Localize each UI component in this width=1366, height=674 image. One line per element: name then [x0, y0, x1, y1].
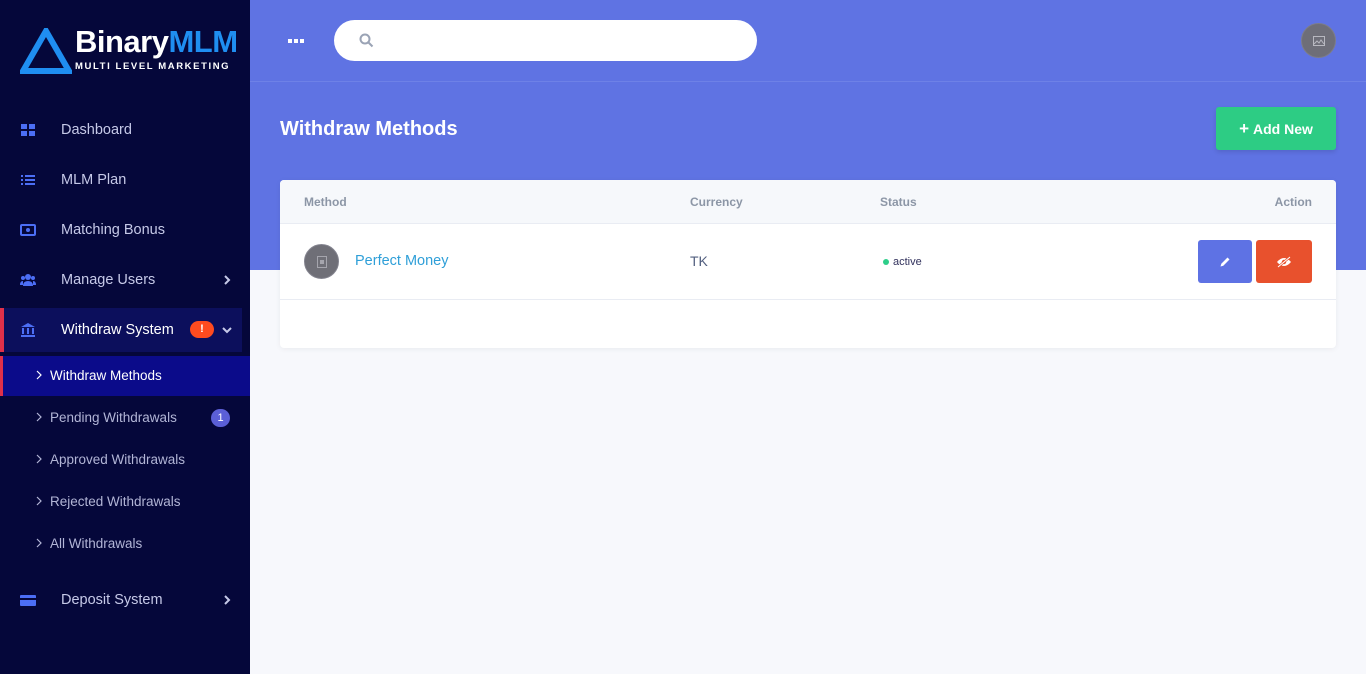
list-icon [21, 175, 35, 185]
chevron-right-icon [224, 595, 231, 605]
sidebar-item-deposit-system[interactable]: Deposit System [0, 578, 242, 622]
method-name-link[interactable]: Perfect Money [355, 253, 449, 269]
users-icon [20, 274, 36, 286]
chevron-right-icon [224, 275, 231, 285]
more-dots-icon[interactable] [287, 37, 305, 45]
brand-tagline: MULTI LEVEL MARKETING [75, 61, 231, 72]
search-bar [334, 20, 757, 61]
method-currency: TK [690, 253, 708, 269]
chevron-right-icon [36, 538, 42, 548]
count-badge: 1 [211, 409, 230, 427]
brand-logo[interactable]: BinaryMLM MULTI LEVEL MARKETING [20, 24, 238, 76]
sidebar-item-mlm-plan[interactable]: MLM Plan [0, 158, 242, 202]
column-header-status: Status [880, 195, 917, 209]
sidebar: BinaryMLM MULTI LEVEL MARKETING Dashboar… [0, 0, 250, 674]
status-text: active [893, 256, 922, 268]
sidebar-item-manage-users[interactable]: Manage Users [0, 258, 242, 302]
chevron-right-icon [36, 370, 42, 380]
table-row: Perfect Money TK active [280, 224, 1336, 300]
sidebar-item-label: Deposit System [61, 592, 163, 608]
sidebar-subitem-label: Rejected Withdrawals [50, 494, 181, 509]
sidebar-item-label: Manage Users [61, 272, 156, 288]
sidebar-item-label: MLM Plan [61, 172, 127, 188]
add-new-button[interactable]: + Add New [1216, 107, 1336, 150]
sidebar-subitem-label: Pending Withdrawals [50, 410, 177, 425]
sidebar-subitem-label: Withdraw Methods [50, 368, 162, 383]
column-header-method: Method [304, 195, 347, 209]
sidebar-item-dashboard[interactable]: Dashboard [0, 108, 242, 152]
sidebar-item-label: Withdraw System [61, 322, 174, 338]
dashboard-grid-icon [21, 124, 35, 136]
method-avatar [304, 244, 339, 279]
sidebar-subitem-withdraw-methods[interactable]: Withdraw Methods [0, 356, 250, 396]
pencil-icon [1220, 257, 1230, 266]
alert-badge: ! [190, 321, 214, 338]
page-title: Withdraw Methods [280, 118, 458, 140]
column-header-currency: Currency [690, 195, 743, 209]
edit-button[interactable] [1198, 240, 1252, 283]
credit-card-icon [20, 595, 36, 606]
sidebar-item-label: Matching Bonus [61, 222, 165, 238]
plus-icon: + [1239, 118, 1250, 138]
column-header-action: Action [1274, 195, 1312, 209]
money-bill-icon [20, 224, 36, 236]
eye-slash-icon [1277, 255, 1291, 268]
status-dot-icon [883, 259, 889, 265]
sidebar-item-matching-bonus[interactable]: Matching Bonus [0, 208, 242, 252]
brand-name: BinaryMLM [75, 24, 238, 59]
sidebar-item-label: Dashboard [61, 122, 132, 138]
sidebar-subitem-label: Approved Withdrawals [50, 452, 186, 467]
table-header: Method Currency Status Action [280, 180, 1336, 224]
topbar-divider [250, 81, 1366, 82]
chevron-down-icon [222, 327, 232, 334]
withdraw-methods-table: Method Currency Status Action Perfect Mo… [280, 180, 1336, 348]
user-avatar[interactable] [1301, 23, 1336, 58]
disable-button[interactable] [1256, 240, 1312, 283]
sidebar-subitem-label: All Withdrawals [50, 536, 143, 551]
chevron-right-icon [36, 454, 42, 464]
chevron-right-icon [36, 496, 42, 506]
sidebar-subitem-pending-withdrawals[interactable]: Pending Withdrawals 1 [0, 398, 250, 438]
image-placeholder-icon [317, 256, 327, 268]
sidebar-item-withdraw-system[interactable]: Withdraw System ! [0, 308, 242, 352]
bank-icon [21, 323, 35, 337]
search-icon [359, 33, 374, 48]
chevron-right-icon [36, 412, 42, 422]
status-badge: active [883, 256, 922, 268]
sidebar-subitem-all-withdrawals[interactable]: All Withdrawals [0, 524, 250, 564]
triangle-logo-icon [20, 28, 72, 74]
add-new-button-label: Add New [1253, 120, 1313, 137]
image-placeholder-icon [1313, 36, 1325, 46]
sidebar-subitem-rejected-withdrawals[interactable]: Rejected Withdrawals [0, 482, 250, 522]
sidebar-subitem-approved-withdrawals[interactable]: Approved Withdrawals [0, 440, 250, 480]
search-input[interactable] [384, 20, 744, 61]
